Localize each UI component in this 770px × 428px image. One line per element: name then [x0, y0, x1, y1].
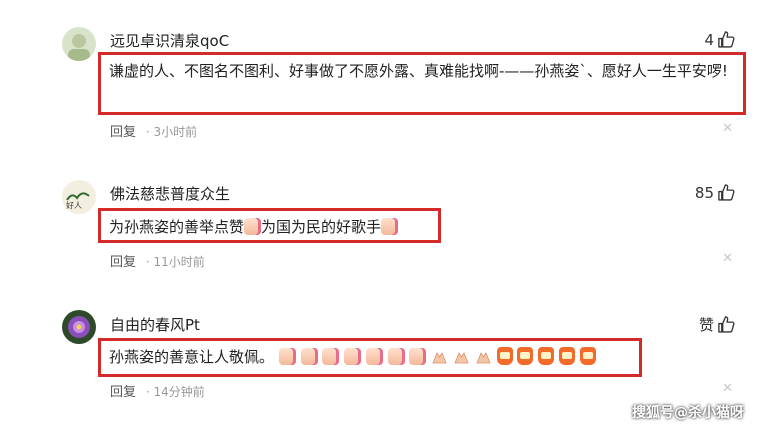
thumbs-up-emoji-icon	[244, 218, 262, 235]
thumbs-up-emoji-icon	[278, 348, 296, 365]
comment-text-highlight: 为孙燕姿的善举点赞 为国为民的好歌手	[98, 208, 441, 243]
reply-button[interactable]: 回复	[110, 385, 136, 400]
avatar[interactable]	[62, 27, 96, 61]
like-count: 85	[694, 183, 714, 202]
jiayou-cheer-emoji-icon	[579, 347, 596, 365]
jiayou-cheer-emoji-icon	[538, 347, 555, 365]
jiayou-cheer-emoji-icon	[558, 347, 575, 365]
thumbs-up-icon	[717, 315, 736, 334]
avatar[interactable]	[62, 310, 96, 344]
like-label: 赞	[698, 316, 714, 334]
like-button[interactable]: 85	[695, 183, 736, 202]
timestamp: 3小时前	[153, 125, 198, 139]
svg-text:好人: 好人	[66, 200, 82, 210]
meta-dot: ·	[145, 385, 150, 399]
thumbs-up-emoji-icon	[300, 348, 318, 365]
comment-meta: 回复 · 3小时前	[110, 121, 197, 140]
close-icon[interactable]: ✕	[722, 381, 733, 396]
thumbs-up-emoji-icon	[409, 348, 427, 365]
username[interactable]: 远见卓识清泉qoC	[110, 30, 229, 51]
like-button[interactable]: 赞	[699, 314, 736, 335]
thumbs-up-emoji-icon	[344, 348, 362, 365]
comment-text-b: 为国为民的好歌手	[261, 218, 382, 236]
close-icon[interactable]: ✕	[722, 121, 733, 136]
like-button[interactable]: 4	[704, 30, 736, 49]
like-count: 4	[704, 30, 714, 49]
timestamp: 11小时前	[153, 255, 205, 269]
thumbs-up-emoji-icon	[387, 348, 405, 365]
thumbs-up-icon	[717, 183, 736, 202]
pray-hands-emoji-icon	[475, 347, 492, 364]
thumbs-up-emoji-icon	[322, 348, 340, 365]
thumbs-up-emoji-icon	[381, 218, 399, 235]
thumbs-up-emoji-icon	[365, 348, 383, 365]
comment-text-highlight: 谦虚的人、不图名不图利、好事做了不愿外露、真难能找啊-——孙燕姿`、愿好人一生平…	[98, 52, 746, 115]
comment-text: 谦虚的人、不图名不图利、好事做了不愿外露、真难能找啊-——孙燕姿`、愿好人一生平…	[109, 62, 728, 80]
avatar[interactable]: 好人	[62, 180, 96, 214]
username[interactable]: 自由的春风Pt	[110, 314, 200, 335]
timestamp: 14分钟前	[153, 385, 205, 399]
reply-button[interactable]: 回复	[110, 255, 136, 270]
comment-text-highlight: 孙燕姿的善意让人敬佩。	[98, 338, 642, 377]
jiayou-cheer-emoji-icon	[517, 347, 534, 365]
comment-text-a: 为孙燕姿的善举点赞	[109, 218, 245, 236]
pray-hands-emoji-icon	[453, 347, 470, 364]
meta-dot: ·	[145, 255, 150, 269]
thumbs-up-icon	[717, 30, 736, 49]
comment-meta: 回复 · 11小时前	[110, 251, 205, 270]
jiayou-cheer-emoji-icon	[496, 347, 513, 365]
watermark: 搜狐号@杀小猫呀	[632, 405, 744, 421]
pray-hands-emoji-icon	[431, 347, 448, 364]
reply-button[interactable]: 回复	[110, 125, 136, 140]
username[interactable]: 佛法慈悲普度众生	[110, 183, 230, 204]
comment-text: 孙燕姿的善意让人敬佩。	[109, 348, 275, 366]
meta-dot: ·	[145, 125, 150, 139]
comment-meta: 回复 · 14分钟前	[110, 381, 205, 400]
close-icon[interactable]: ✕	[722, 251, 733, 266]
